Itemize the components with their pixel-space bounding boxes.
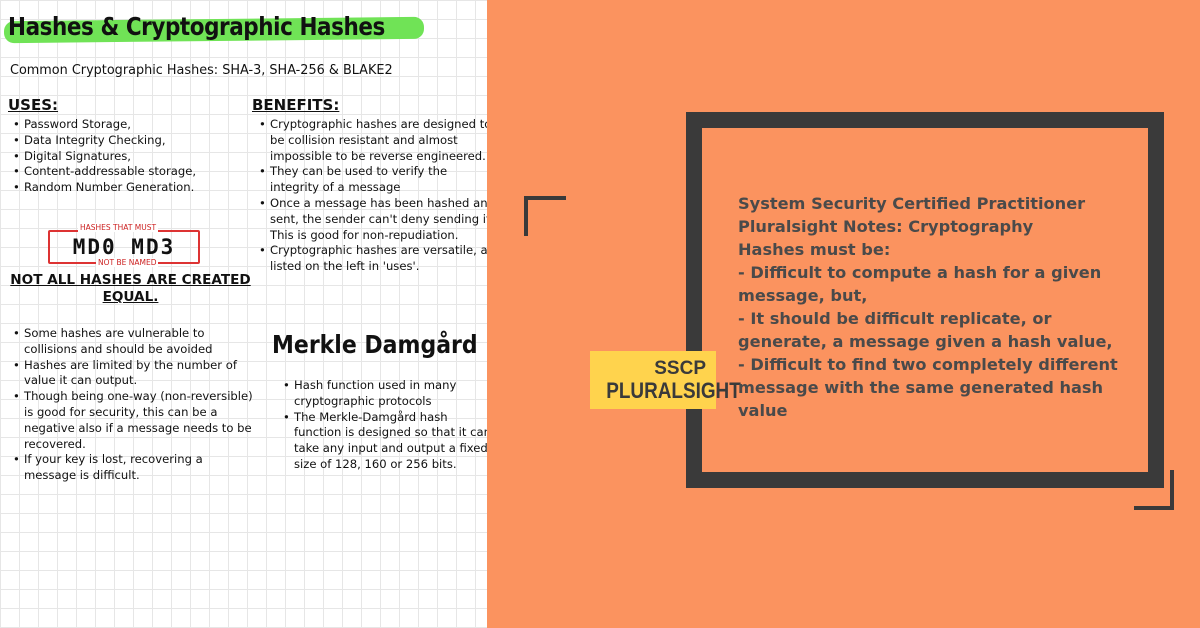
list-item: Data Integrity Checking, [13, 133, 259, 149]
list-item: Once a message has been hashed and sent,… [259, 196, 487, 243]
handwritten-notes-panel: Hashes & Cryptographic Hashes Common Cry… [0, 0, 487, 628]
summary-line: - It should be difficult replicate, or g… [738, 309, 1113, 351]
summary-line: - Difficult to find two completely diffe… [738, 355, 1118, 420]
list-item: Random Number Generation. [13, 180, 259, 196]
uses-list: Password Storage, Data Integrity Checkin… [12, 117, 259, 196]
callout-top-label: HASHES THAT MUST [78, 223, 159, 232]
hash-notes-list: Some hashes are vulnerable to collisions… [12, 326, 256, 484]
list-item: If your key is lost, recovering a messag… [13, 452, 256, 484]
notes-title: Hashes & Cryptographic Hashes [8, 12, 385, 41]
merkle-heading: Merkle Damgård [272, 330, 478, 359]
list-item: Hash function used in many cryptographic… [283, 378, 487, 410]
notes-subtitle: Common Cryptographic Hashes: SHA-3, SHA-… [10, 62, 393, 78]
list-item: Cryptographic hashes are versatile, as l… [259, 243, 487, 275]
badge-line-1: SSCP [654, 358, 706, 379]
summary-line: Hashes must be: [738, 240, 891, 259]
summary-line: System Security Certified Practitioner [738, 194, 1086, 213]
summary-line: Pluralsight Notes: Cryptography [738, 217, 1034, 236]
list-item: Though being one-way (non-reversible) is… [13, 389, 256, 452]
callout-bottom-label: NOT BE NAMED [96, 258, 159, 267]
sscp-pluralsight-badge: SSCP PLURALSIGHT [590, 351, 741, 409]
not-equal-heading: NOT ALL HASHES ARE CREATED EQUAL. [10, 272, 251, 305]
list-item: Password Storage, [13, 117, 259, 133]
merkle-list: Hash function used in many cryptographic… [282, 378, 487, 473]
corner-bracket-bottom-right [1134, 470, 1174, 510]
list-item: Some hashes are vulnerable to collisions… [13, 326, 256, 358]
summary-text: System Security Certified Practitioner P… [738, 192, 1118, 422]
list-item: The Merkle-Damgård hash function is desi… [283, 410, 487, 473]
benefits-heading: BENEFITS: [252, 96, 340, 114]
uses-heading: USES: [8, 96, 59, 114]
list-item: Digital Signatures, [13, 149, 259, 165]
list-item: Hashes are limited by the number of valu… [13, 358, 256, 390]
list-item: Cryptographic hashes are designed to be … [259, 117, 487, 164]
badge-line-2: PLURALSIGHT [606, 378, 741, 403]
summary-line: - Difficult to compute a hash for a give… [738, 263, 1102, 305]
list-item: They can be used to verify the integrity… [259, 164, 487, 196]
list-item: Content-addressable storage, [13, 164, 259, 180]
corner-bracket-top-left [524, 196, 566, 236]
benefits-list: Cryptographic hashes are designed to be … [258, 117, 487, 275]
